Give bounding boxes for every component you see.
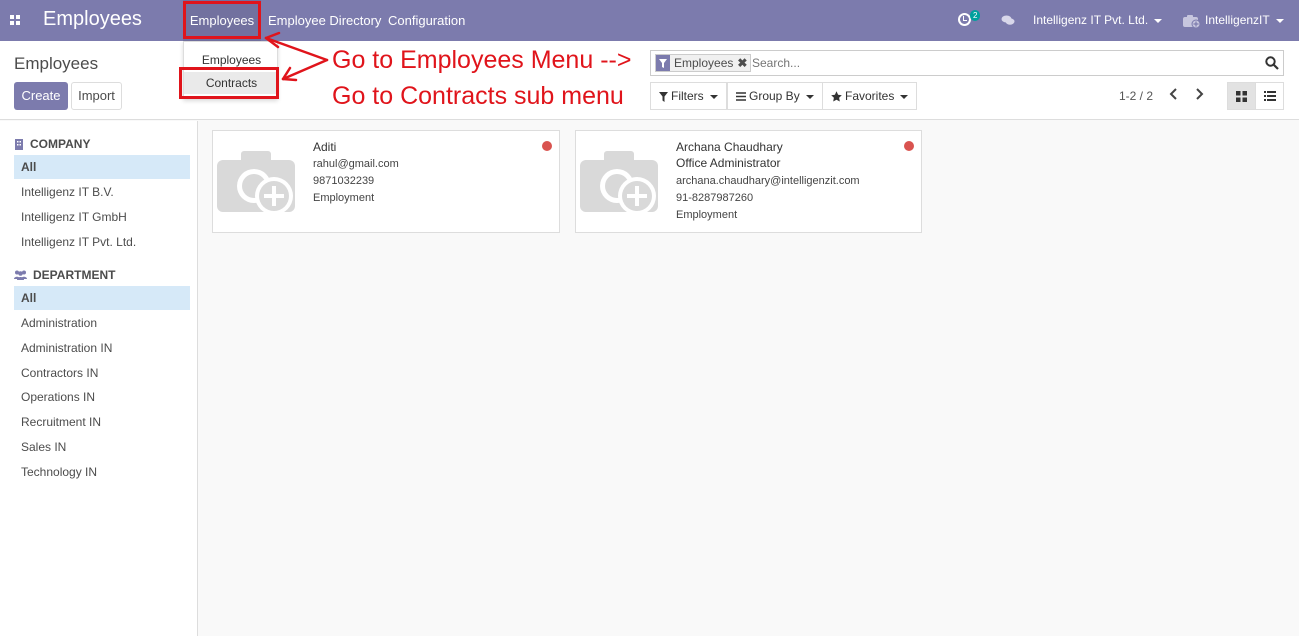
avatar	[1183, 14, 1201, 28]
employee-email: archana.chaudhary@intelligenzit.com	[676, 175, 860, 187]
grid-icon	[1236, 90, 1247, 102]
kanban-view-button[interactable]	[1227, 82, 1256, 110]
menu-configuration[interactable]: Configuration	[388, 0, 465, 41]
annotation-text-1: Go to Employees Menu -->	[332, 46, 632, 74]
department-item[interactable]: Sales IN	[14, 435, 190, 459]
employee-type: Employment	[676, 209, 738, 221]
camera-placeholder-icon	[217, 151, 295, 215]
annotation-text-2: Go to Contracts sub menu	[332, 82, 624, 110]
app-title[interactable]: Employees	[43, 8, 142, 31]
menu-employee-directory[interactable]: Employee Directory	[268, 0, 381, 41]
chevron-down-icon	[1275, 18, 1284, 23]
apps-menu-icon[interactable]	[10, 15, 20, 25]
close-icon[interactable]: ✖	[737, 56, 750, 70]
activity-counter: 2	[970, 10, 981, 21]
chat-icon[interactable]	[1001, 15, 1015, 26]
company-item[interactable]: Intelligenz IT Pvt. Ltd.	[14, 230, 190, 254]
user-menu[interactable]: IntelligenzIT	[1183, 0, 1284, 41]
employee-phone: 9871032239	[313, 175, 375, 187]
chevron-down-icon	[900, 94, 909, 99]
employee-type: Employment	[313, 192, 375, 204]
employee-name: Archana Chaudhary	[676, 140, 783, 154]
employee-email: rahul@gmail.com	[313, 158, 399, 170]
list-icon	[1263, 91, 1276, 101]
search-panel: COMPANY All Intelligenz IT B.V. Intellig…	[0, 121, 198, 636]
user-name: IntelligenzIT	[1205, 13, 1270, 27]
chevron-right-icon[interactable]	[1192, 87, 1206, 101]
search-icon[interactable]	[1265, 56, 1279, 70]
department-item-all[interactable]: All	[14, 286, 190, 310]
create-button[interactable]: Create	[14, 82, 68, 110]
department-title: DEPARTMENT	[33, 268, 116, 282]
building-icon	[15, 138, 23, 150]
employee-name: Aditi	[313, 140, 337, 154]
users-icon	[14, 270, 27, 280]
search-facet: Employees ✖	[655, 54, 752, 72]
facet-label: Employees	[674, 56, 734, 70]
chevron-down-icon	[805, 94, 814, 99]
department-item[interactable]: Technology IN	[14, 460, 190, 484]
search-bar: Employees ✖	[650, 50, 1284, 76]
star-icon	[831, 91, 842, 102]
search-input[interactable]	[752, 54, 1252, 72]
company-section-title: COMPANY	[14, 137, 90, 151]
company-name: Intelligenz IT Pvt. Ltd.	[1033, 13, 1149, 27]
favorites-label: Favorites	[845, 89, 895, 103]
chevron-left-icon[interactable]	[1167, 87, 1181, 101]
filter-icon	[659, 91, 668, 102]
filters-label: Filters	[671, 89, 704, 103]
presence-status-dot	[904, 141, 914, 151]
list-view-button[interactable]	[1255, 82, 1284, 110]
department-item[interactable]: Administration IN	[14, 336, 190, 360]
company-title: COMPANY	[30, 137, 91, 151]
chevron-down-icon	[709, 94, 718, 99]
presence-status-dot	[542, 141, 552, 151]
filters-button[interactable]: Filters	[650, 82, 727, 110]
groupby-button[interactable]: Group By	[727, 82, 823, 110]
employee-card[interactable]: Archana Chaudhary Office Administrator a…	[575, 130, 922, 233]
company-item[interactable]: Intelligenz IT B.V.	[14, 180, 190, 204]
favorites-button[interactable]: Favorites	[822, 82, 918, 110]
breadcrumb: Employees	[14, 54, 99, 73]
pager-value[interactable]: 1-2 / 2	[1119, 89, 1153, 103]
company-item[interactable]: Intelligenz IT GmbH	[14, 205, 190, 229]
department-section-title: DEPARTMENT	[14, 268, 115, 282]
department-item[interactable]: Contractors IN	[14, 361, 190, 385]
camera-placeholder-icon	[580, 151, 658, 215]
filter-icon	[656, 55, 670, 71]
employee-phone: 91-8287987260	[676, 192, 754, 204]
employee-card[interactable]: Aditi rahul@gmail.com 9871032239 Employm…	[212, 130, 560, 233]
department-item[interactable]: Recruitment IN	[14, 410, 190, 434]
groupby-label: Group By	[749, 89, 800, 103]
company-item-all[interactable]: All	[14, 155, 190, 179]
bars-icon	[736, 92, 746, 102]
department-item[interactable]: Operations IN	[14, 385, 190, 409]
highlight-box-employees-menu	[183, 1, 261, 39]
employee-job: Office Administrator	[676, 156, 781, 170]
activity-button[interactable]: 2	[958, 10, 981, 26]
highlight-box-contracts-item	[179, 67, 279, 99]
company-switcher[interactable]: Intelligenz IT Pvt. Ltd.	[1033, 0, 1163, 41]
import-button[interactable]: Import	[71, 82, 122, 110]
department-item[interactable]: Administration	[14, 311, 190, 335]
chevron-down-icon	[1154, 18, 1163, 23]
